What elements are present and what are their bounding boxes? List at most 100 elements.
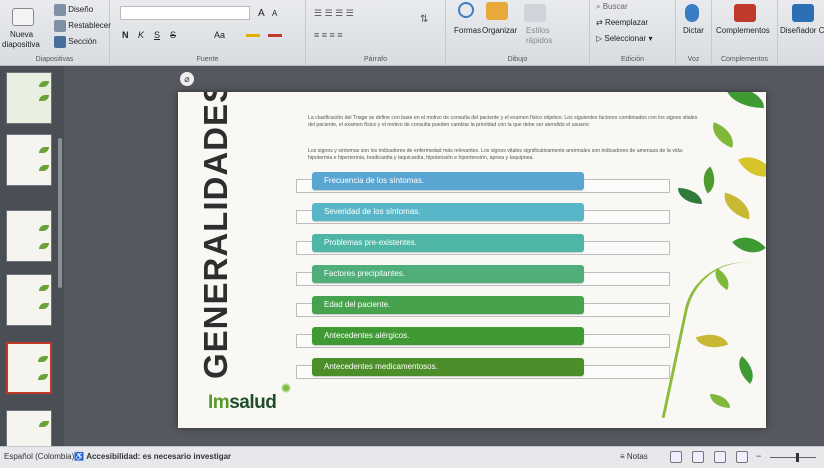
quick-styles-label[interactable]: Estilos: [526, 26, 550, 35]
slide-thumbnails-pane: [0, 66, 64, 462]
section-label: Sección: [68, 37, 97, 47]
chevron-down-icon: ▾: [648, 34, 653, 43]
logo-text-salud: salud: [229, 392, 277, 413]
change-case-button[interactable]: Aa: [214, 30, 225, 40]
bullets-icon[interactable]: ☰ ☰ ☰ ☰: [314, 8, 354, 19]
notes-icon: ≡: [620, 452, 625, 461]
new-slide-label[interactable]: Nueva: [10, 30, 33, 39]
new-slide-icon[interactable]: [12, 8, 34, 26]
imsalud-logo: Imsalud: [208, 392, 277, 414]
select-button[interactable]: ▷ Seleccionar ▾: [596, 34, 652, 43]
shrink-font-button[interactable]: A: [272, 9, 277, 18]
factor-row: Antecedentes medicamentosos.: [292, 358, 670, 380]
group-diapositivas: Nueva diapositiva Diseño Restablecer Sec…: [0, 0, 111, 66]
font-color-icon[interactable]: [268, 34, 282, 37]
slide-paragraph-2[interactable]: Los signos y síntomas son los indicadore…: [308, 148, 700, 162]
italic-button[interactable]: K: [138, 30, 144, 40]
slide-thumbnail[interactable]: [6, 274, 52, 326]
text-direction-icon[interactable]: ⇅: [420, 14, 428, 25]
dictate-label[interactable]: Dictar: [683, 26, 704, 35]
leaf-decoration: [39, 147, 49, 153]
addins-icon[interactable]: [734, 4, 756, 22]
factor-label[interactable]: Edad del paciente.: [312, 296, 584, 314]
group-label-diapositivas: Diapositivas: [35, 56, 74, 63]
find-label: Buscar: [602, 2, 628, 11]
search-icon: ⌕: [596, 2, 601, 11]
status-bar: Español (Colombia) ♿ Accesibilidad: es n…: [0, 446, 824, 468]
leaf-decoration: [39, 421, 49, 427]
align-icons[interactable]: ≡ ≡ ≡ ≡: [314, 30, 343, 40]
thumbnails-scrollbar[interactable]: [58, 138, 62, 288]
normal-view-button[interactable]: [670, 451, 682, 463]
slide-thumbnail[interactable]: [6, 134, 52, 186]
select-label: Seleccionar: [604, 34, 647, 43]
zoom-slider[interactable]: [770, 457, 816, 458]
group-complementos: Complementos Complementos: [712, 0, 778, 66]
slide-canvas[interactable]: GENERALIDADES La clasificación del Triag…: [178, 92, 766, 428]
factor-label[interactable]: Severidad de los síntomas.: [312, 203, 584, 221]
leaf-decoration: [38, 374, 48, 380]
logo-tree-icon: [280, 382, 292, 394]
highlight-color-icon[interactable]: [246, 34, 260, 37]
slide-sorter-button[interactable]: [692, 451, 704, 463]
designer-label[interactable]: Diseñador C: [780, 26, 824, 35]
shapes-label[interactable]: Formas: [454, 26, 481, 35]
factor-label[interactable]: Antecedentes alérgicos.: [312, 327, 584, 345]
addins-label[interactable]: Complementos: [716, 26, 770, 35]
language-indicator[interactable]: Español (Colombia): [4, 452, 74, 461]
factor-row: Frecuencia de los síntomas.: [292, 172, 670, 194]
replace-button[interactable]: ⇄ Reemplazar: [596, 18, 648, 27]
reset-icon: [54, 20, 66, 32]
font-name-box[interactable]: [120, 6, 250, 20]
factor-label[interactable]: Frecuencia de los síntomas.: [312, 172, 584, 190]
slide-title[interactable]: GENERALIDADES: [197, 92, 235, 379]
accessibility-check-icon[interactable]: ⌀: [180, 72, 194, 86]
group-label-fuente: Fuente: [196, 56, 219, 63]
slide-thumbnail[interactable]: [6, 210, 52, 262]
designer-icon[interactable]: [792, 4, 814, 22]
shapes-icon[interactable]: [458, 2, 474, 18]
underline-button[interactable]: S: [154, 30, 160, 40]
arrange-icon[interactable]: [486, 2, 508, 20]
group-dibujo: Formas Organizar Estilos rápidos Dibujo: [446, 0, 590, 66]
group-voz: Dictar Voz: [676, 0, 712, 66]
layout-button[interactable]: Diseño: [54, 4, 93, 16]
leaf-decoration: [678, 188, 702, 204]
grow-font-button[interactable]: A: [258, 8, 265, 19]
leaf-decoration: [39, 165, 49, 171]
slide-paragraph-1[interactable]: La clasificación del Triage se define co…: [308, 115, 700, 129]
slide-thumbnail[interactable]: [6, 72, 52, 124]
factor-label[interactable]: Problemas pre-existentes.: [312, 234, 584, 252]
accessibility-label: Accesibilidad: es necesario investigar: [86, 452, 232, 461]
leaf-decoration: [39, 243, 49, 249]
section-button[interactable]: Sección: [54, 36, 97, 48]
accessibility-status[interactable]: ♿ Accesibilidad: es necesario investigar: [74, 452, 231, 461]
arrange-label[interactable]: Organizar: [482, 26, 517, 35]
reading-view-button[interactable]: [714, 451, 726, 463]
notes-button[interactable]: ≡ Notas: [620, 452, 648, 461]
quick-styles-icon[interactable]: [524, 4, 546, 22]
leaf-decoration: [707, 122, 739, 148]
reset-button[interactable]: Restablecer: [54, 20, 111, 32]
leaf-decoration: [38, 356, 48, 362]
factor-label[interactable]: Antecedentes medicamentosos.: [312, 358, 584, 376]
layout-icon: [54, 4, 66, 16]
bold-button[interactable]: N: [122, 30, 129, 40]
slide-thumbnail-selected[interactable]: [6, 342, 52, 394]
reset-label: Restablecer: [68, 21, 111, 31]
new-slide-label-2[interactable]: diapositiva: [2, 40, 40, 49]
leaf-decoration: [738, 148, 766, 186]
zoom-slider-handle[interactable]: [796, 453, 799, 462]
group-label-voz: Voz: [687, 56, 700, 63]
layout-label: Diseño: [68, 5, 94, 15]
factor-label[interactable]: Factores precipitantes.: [312, 265, 584, 283]
notes-label: Notas: [626, 452, 648, 461]
microphone-icon[interactable]: [685, 4, 699, 22]
leaf-decoration: [39, 285, 49, 291]
strike-button[interactable]: S: [170, 30, 176, 40]
zoom-out-icon[interactable]: −: [756, 451, 761, 461]
find-button[interactable]: ⌕ Buscar: [596, 2, 628, 12]
slideshow-button[interactable]: [736, 451, 748, 463]
quick-styles-label-2[interactable]: rápidos: [526, 36, 552, 45]
leaf-decoration: [39, 225, 49, 231]
